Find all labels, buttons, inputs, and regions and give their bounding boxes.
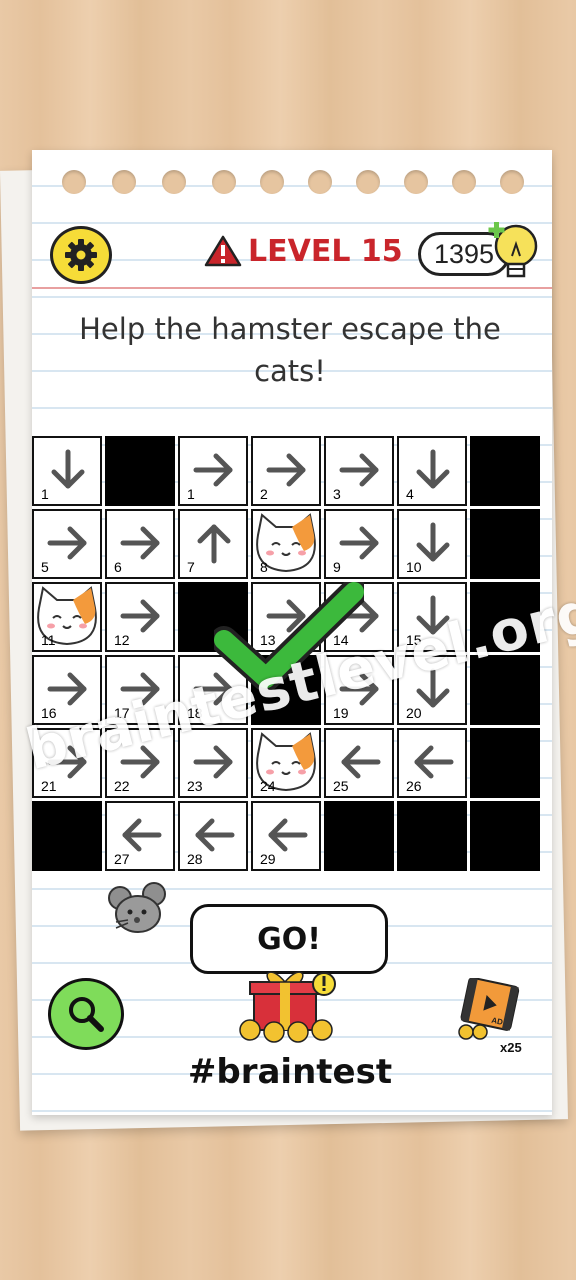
arrow-icon xyxy=(339,453,379,487)
cell-number: 20 xyxy=(406,705,422,721)
cell-number: 23 xyxy=(187,778,203,794)
ad-reward-count: x25 xyxy=(500,1040,522,1055)
settings-button[interactable] xyxy=(50,226,112,284)
arrow-icon xyxy=(51,449,85,489)
cell-number: 11 xyxy=(41,632,56,648)
grid-cell-4[interactable]: 4 xyxy=(397,436,467,506)
cell-number: 5 xyxy=(41,559,49,575)
cell-number: 3 xyxy=(333,486,341,502)
cell-number: 4 xyxy=(406,486,414,502)
cell-number: 7 xyxy=(187,559,195,575)
cell-number: 25 xyxy=(333,778,349,794)
cell-number: 29 xyxy=(260,851,276,867)
mouse-icon[interactable] xyxy=(106,880,176,940)
header-divider xyxy=(32,287,552,289)
cell-number: 22 xyxy=(114,778,130,794)
cell-number: 12 xyxy=(114,632,130,648)
arrow-icon xyxy=(197,524,231,564)
arrow-icon xyxy=(120,526,160,560)
grid-cell-2[interactable]: 2 xyxy=(251,436,321,506)
cell-number: 28 xyxy=(187,851,203,867)
grid-wall xyxy=(32,801,102,871)
cell-number: 1 xyxy=(187,486,195,502)
cell-number: 24 xyxy=(260,778,276,794)
lightbulb-icon[interactable] xyxy=(484,218,544,284)
question-text: Help the hamster escape the cats! xyxy=(79,312,501,388)
arrow-icon xyxy=(416,449,450,489)
grid-cell-12[interactable]: 12 xyxy=(105,582,175,652)
grid-cell-8[interactable]: 8 xyxy=(251,509,321,579)
grid-cell-5[interactable]: 5 xyxy=(32,509,102,579)
binder-holes xyxy=(32,155,552,205)
grid-cell-9[interactable]: 9 xyxy=(324,509,394,579)
grid-cell-25[interactable]: 25 xyxy=(324,728,394,798)
grid-cell-1[interactable]: 1 xyxy=(178,436,248,506)
cell-number: 2 xyxy=(260,486,268,502)
cell-number: 9 xyxy=(333,559,341,575)
cell-number: 8 xyxy=(260,559,268,575)
arrow-icon xyxy=(266,453,306,487)
grid-cell-26[interactable]: 26 xyxy=(397,728,467,798)
go-label: GO! xyxy=(257,921,321,957)
grid-wall xyxy=(470,509,540,579)
gear-icon xyxy=(65,239,97,271)
hint-search-button[interactable] xyxy=(48,978,124,1050)
cell-number: 10 xyxy=(406,559,422,575)
gift-icon[interactable] xyxy=(236,962,340,1044)
arrow-icon xyxy=(339,526,379,560)
grid-wall xyxy=(470,728,540,798)
grid-wall xyxy=(324,801,394,871)
grid-cell-1[interactable]: 1 xyxy=(32,436,102,506)
grid-wall xyxy=(470,436,540,506)
grid-wall xyxy=(105,436,175,506)
cell-number: 26 xyxy=(406,778,422,794)
grid-cell-24[interactable]: 24 xyxy=(251,728,321,798)
magnifier-icon xyxy=(69,997,104,1032)
cell-number: 6 xyxy=(114,559,122,575)
grid-wall xyxy=(470,801,540,871)
grid-cell-7[interactable]: 7 xyxy=(178,509,248,579)
grid-cell-10[interactable]: 10 xyxy=(397,509,467,579)
cell-number: 1 xyxy=(41,486,49,502)
level-title: LEVEL 15 xyxy=(248,233,403,269)
grid-cell-3[interactable]: 3 xyxy=(324,436,394,506)
cell-number: 27 xyxy=(114,851,130,867)
arrow-icon xyxy=(47,526,87,560)
grid-cell-27[interactable]: 27 xyxy=(105,801,175,871)
grid-cell-11[interactable]: 11 xyxy=(32,582,102,652)
warning-icon xyxy=(204,235,242,267)
grid-cell-6[interactable]: 6 xyxy=(105,509,175,579)
grid-cell-28[interactable]: 28 xyxy=(178,801,248,871)
grid-cell-29[interactable]: 29 xyxy=(251,801,321,871)
video-ad-icon[interactable]: AD xyxy=(450,978,530,1040)
grid-wall xyxy=(397,801,467,871)
level-indicator: LEVEL 15 xyxy=(204,228,403,274)
hashtag-text: #braintest xyxy=(187,1052,393,1092)
arrow-icon xyxy=(193,453,233,487)
